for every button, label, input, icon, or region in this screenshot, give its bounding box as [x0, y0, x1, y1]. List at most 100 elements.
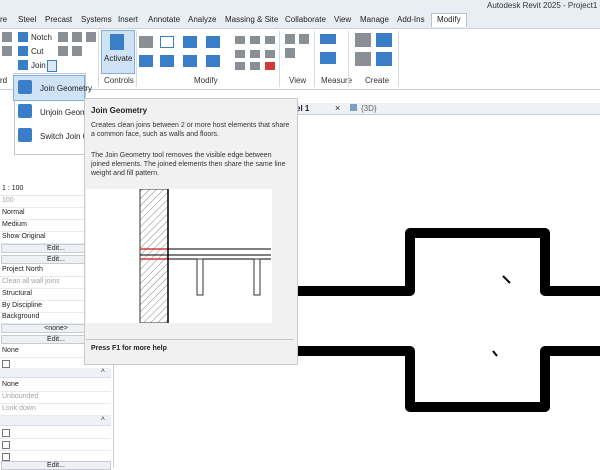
collapse-icon[interactable]: ˄ — [101, 368, 105, 375]
view-tab-active[interactable]: el 1 — [296, 104, 309, 113]
array-icon[interactable] — [206, 55, 220, 67]
panel-view: View — [289, 76, 307, 85]
tab-steel[interactable]: Steel — [18, 15, 36, 24]
copy-icon[interactable] — [58, 32, 68, 42]
join-geometry-icon — [18, 80, 32, 94]
tab-systems[interactable]: Systems — [81, 15, 112, 24]
tooltip-divider — [86, 339, 294, 340]
join-geometry-illustration — [139, 188, 271, 324]
tab-massing-site[interactable]: Massing & Site — [225, 15, 278, 24]
tab-partial[interactable]: re — [0, 15, 7, 24]
checkbox[interactable] — [2, 453, 10, 461]
tooltip-help: Press F1 for more help — [91, 345, 167, 352]
scale-icon[interactable] — [250, 62, 260, 70]
wall-lower — [296, 346, 600, 412]
join-label[interactable]: Join — [31, 61, 46, 70]
canvas-drawing — [296, 228, 600, 412]
create-similar-icon[interactable] — [376, 52, 392, 66]
tab-manage[interactable]: Manage — [360, 15, 389, 24]
paste-icon[interactable] — [2, 46, 12, 56]
checkbox[interactable] — [2, 429, 10, 437]
ribbon-separator — [98, 31, 99, 87]
prop-row-checkbox[interactable] — [0, 439, 111, 451]
unjoin-geometry-icon — [18, 104, 32, 118]
close-icon[interactable]: × — [335, 103, 340, 113]
tooltip-illustration — [86, 188, 272, 324]
panel-create: Create — [365, 76, 390, 85]
create-parts-icon[interactable] — [376, 33, 392, 47]
trim-multiple-icon[interactable] — [250, 50, 260, 58]
align-icon[interactable] — [139, 36, 153, 48]
ribbon-separator — [136, 31, 137, 87]
tab-add-ins[interactable]: Add-Ins — [397, 15, 425, 24]
ribbon-separator — [279, 31, 280, 87]
tooltip-title: Join Geometry — [91, 106, 148, 115]
checkbox[interactable] — [2, 441, 10, 449]
prop-row-unbounded: Unbounded — [0, 392, 111, 404]
prop-row-checkbox[interactable] — [0, 427, 111, 439]
split-gap-icon[interactable] — [250, 36, 260, 44]
dimension-icon[interactable] — [320, 52, 336, 64]
prop-row-look-down: Look down — [0, 404, 111, 416]
tab-view[interactable]: View — [334, 15, 351, 24]
paint-icon[interactable] — [72, 32, 82, 42]
join-dropdown-button[interactable] — [47, 60, 57, 72]
ribbon-separator — [398, 31, 399, 87]
hide-icon[interactable] — [285, 34, 295, 44]
panel-controls: Controls — [104, 76, 134, 85]
rotate-icon[interactable] — [183, 55, 197, 67]
prop-row-none-2[interactable]: None — [0, 380, 111, 392]
ribbon-separator — [314, 31, 315, 87]
section-header[interactable]: ˄ — [0, 416, 111, 426]
tick-mark — [492, 350, 498, 357]
menu-item-switch-join-order[interactable]: Switch Join Or — [14, 124, 92, 148]
menu-item-join-geometry[interactable]: Join Geometry — [13, 75, 92, 101]
notch-icon[interactable] — [18, 32, 28, 42]
copy-element-icon[interactable] — [160, 55, 174, 67]
mirror-draw-axis-icon[interactable] — [206, 36, 220, 48]
3d-view-icon — [350, 104, 357, 111]
collapse-icon[interactable]: ˄ — [101, 416, 105, 423]
linework-icon[interactable] — [299, 34, 309, 44]
cut-label[interactable]: Cut — [31, 47, 43, 56]
tab-insert[interactable]: Insert — [118, 15, 138, 24]
wall-joins-icon[interactable] — [86, 32, 96, 42]
create-assembly-icon[interactable] — [355, 33, 371, 47]
tab-precast[interactable]: Precast — [45, 15, 72, 24]
tab-modify[interactable]: Modify — [431, 13, 467, 27]
mirror-pick-axis-icon[interactable] — [183, 36, 197, 48]
unpin-icon[interactable] — [265, 50, 275, 58]
edit-button[interactable]: Edit... — [1, 461, 111, 470]
create-group-icon[interactable] — [355, 52, 371, 66]
move-icon[interactable] — [139, 55, 153, 67]
match-properties-icon[interactable] — [58, 46, 68, 56]
tab-analyze[interactable]: Analyze — [188, 15, 216, 24]
pin-icon[interactable] — [265, 36, 275, 44]
tooltip-detail: The Join Geometry tool removes the visib… — [91, 152, 286, 177]
window-title: Autodesk Revit 2025 - Project1 - Str — [487, 1, 600, 10]
split-face-icon[interactable] — [72, 46, 82, 56]
cut-icon[interactable] — [18, 46, 28, 56]
split-element-icon[interactable] — [235, 36, 245, 44]
drawing-canvas[interactable] — [296, 115, 600, 468]
activate-label: Activate — [104, 54, 133, 63]
override-graphics-icon[interactable] — [285, 48, 295, 58]
tab-collaborate[interactable]: Collaborate — [285, 15, 326, 24]
tab-annotate[interactable]: Annotate — [148, 15, 180, 24]
join-icon[interactable] — [18, 60, 28, 70]
notch-label[interactable]: Notch — [31, 33, 52, 42]
section-header[interactable]: ˄ — [0, 368, 111, 378]
view-tab-3d[interactable]: {3D} — [361, 104, 377, 113]
trim-single-icon[interactable] — [235, 62, 245, 70]
checkbox[interactable] — [2, 360, 10, 368]
offset-icon[interactable] — [160, 36, 174, 48]
panel-label-partial: rd — [0, 76, 8, 85]
measure-icon[interactable] — [320, 34, 336, 44]
menu-item-unjoin-geometry[interactable]: Unjoin Geome — [14, 100, 91, 124]
activate-icon — [110, 34, 124, 50]
delete-icon[interactable] — [265, 62, 275, 70]
view-tab-bar — [296, 103, 600, 115]
trim-extend-icon[interactable] — [235, 50, 245, 58]
wall-upper — [296, 228, 600, 296]
scissors-icon[interactable] — [2, 32, 12, 42]
